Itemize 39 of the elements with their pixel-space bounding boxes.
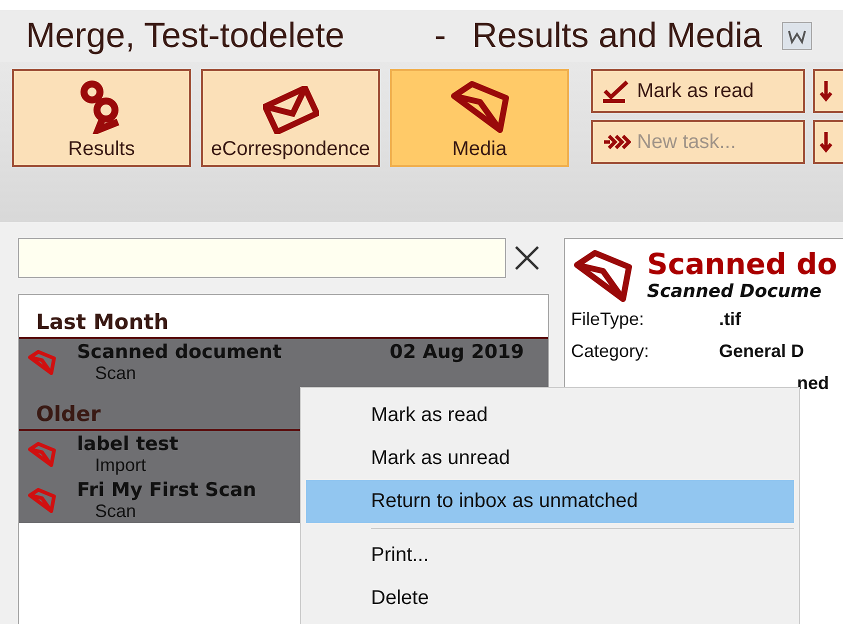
field-value: ned xyxy=(796,372,830,394)
document-title: Scanned do xyxy=(647,247,838,281)
item-type: Scan xyxy=(94,501,136,521)
field-value: .tif xyxy=(719,308,741,330)
item-title: Fri My First Scan xyxy=(77,479,256,501)
window-subtitle: Results and Media xyxy=(472,16,762,56)
menu-item[interactable]: Return to inbox as unmatched xyxy=(306,480,794,523)
toolbar-button[interactable]: Media xyxy=(390,69,569,167)
item-type: Scan xyxy=(94,363,136,383)
field-label: FileType: xyxy=(571,308,646,330)
item-title: Scanned document xyxy=(77,341,282,363)
checkmark-icon xyxy=(601,79,631,103)
search-field[interactable] xyxy=(18,238,506,278)
field-label: Category: xyxy=(571,340,650,362)
folder-icon xyxy=(571,247,635,303)
item-date: 02 Aug 2019 xyxy=(390,341,524,363)
item-type: Import xyxy=(94,455,146,475)
field-value: General D xyxy=(719,340,804,362)
folder-icon xyxy=(27,487,57,513)
toolbar-button[interactable] xyxy=(813,69,843,113)
envelope-icon xyxy=(262,86,318,134)
document-subtitle: Scanned Docume xyxy=(647,281,823,302)
document-icon[interactable] xyxy=(782,22,812,50)
arrow-icon xyxy=(819,130,833,154)
folder-icon xyxy=(27,441,57,467)
arrow-icon xyxy=(819,79,833,103)
chevrons-icon xyxy=(601,132,631,152)
close-icon[interactable] xyxy=(514,245,540,271)
toolbar-button[interactable]: eCorrespondence xyxy=(201,69,380,167)
menu-item[interactable]: Print... xyxy=(306,534,794,577)
toolbar-button[interactable]: Mark as read xyxy=(591,69,805,113)
list-item[interactable]: Scanned document 02 Aug 2019 Scan xyxy=(19,339,548,385)
folder-icon xyxy=(27,349,57,375)
window-title: Merge, Test-todelete xyxy=(26,16,344,56)
item-title: label test xyxy=(77,433,178,455)
title-separator: - xyxy=(434,16,446,56)
toolbar-button[interactable]: Results xyxy=(12,69,191,167)
menu-item[interactable]: Delete xyxy=(306,577,794,620)
toolbar-button[interactable] xyxy=(813,120,843,164)
